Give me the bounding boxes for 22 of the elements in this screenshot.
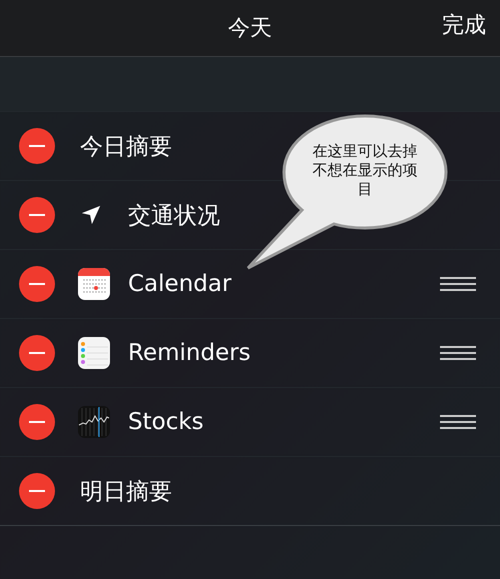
widget-label: Stocks xyxy=(128,409,204,435)
delete-button[interactable] xyxy=(19,335,55,371)
reorder-handle-icon[interactable] xyxy=(440,346,476,360)
delete-button[interactable] xyxy=(19,197,55,233)
reorder-handle-icon[interactable] xyxy=(440,277,476,291)
widget-label: 今日摘要 xyxy=(80,132,172,162)
widget-label: Reminders xyxy=(128,340,251,366)
delete-button[interactable] xyxy=(19,404,55,440)
delete-button[interactable] xyxy=(19,473,55,509)
delete-button[interactable] xyxy=(19,266,55,302)
reorder-handle-icon[interactable] xyxy=(440,415,476,429)
widget-label: Calendar xyxy=(128,271,232,297)
widget-label: 交通状况 xyxy=(128,202,220,230)
delete-button[interactable] xyxy=(19,128,55,164)
callout-text: 在这里可以去掉不想在显示的项目 xyxy=(312,142,418,199)
location-arrow-icon xyxy=(80,204,102,226)
widget-label: 明日摘要 xyxy=(80,478,172,506)
nav-title: 今天 xyxy=(228,15,272,43)
stocks-app-icon xyxy=(78,406,110,438)
done-button[interactable]: 完成 xyxy=(442,8,486,42)
calendar-app-icon xyxy=(78,268,110,300)
reminders-app-icon xyxy=(78,337,110,369)
